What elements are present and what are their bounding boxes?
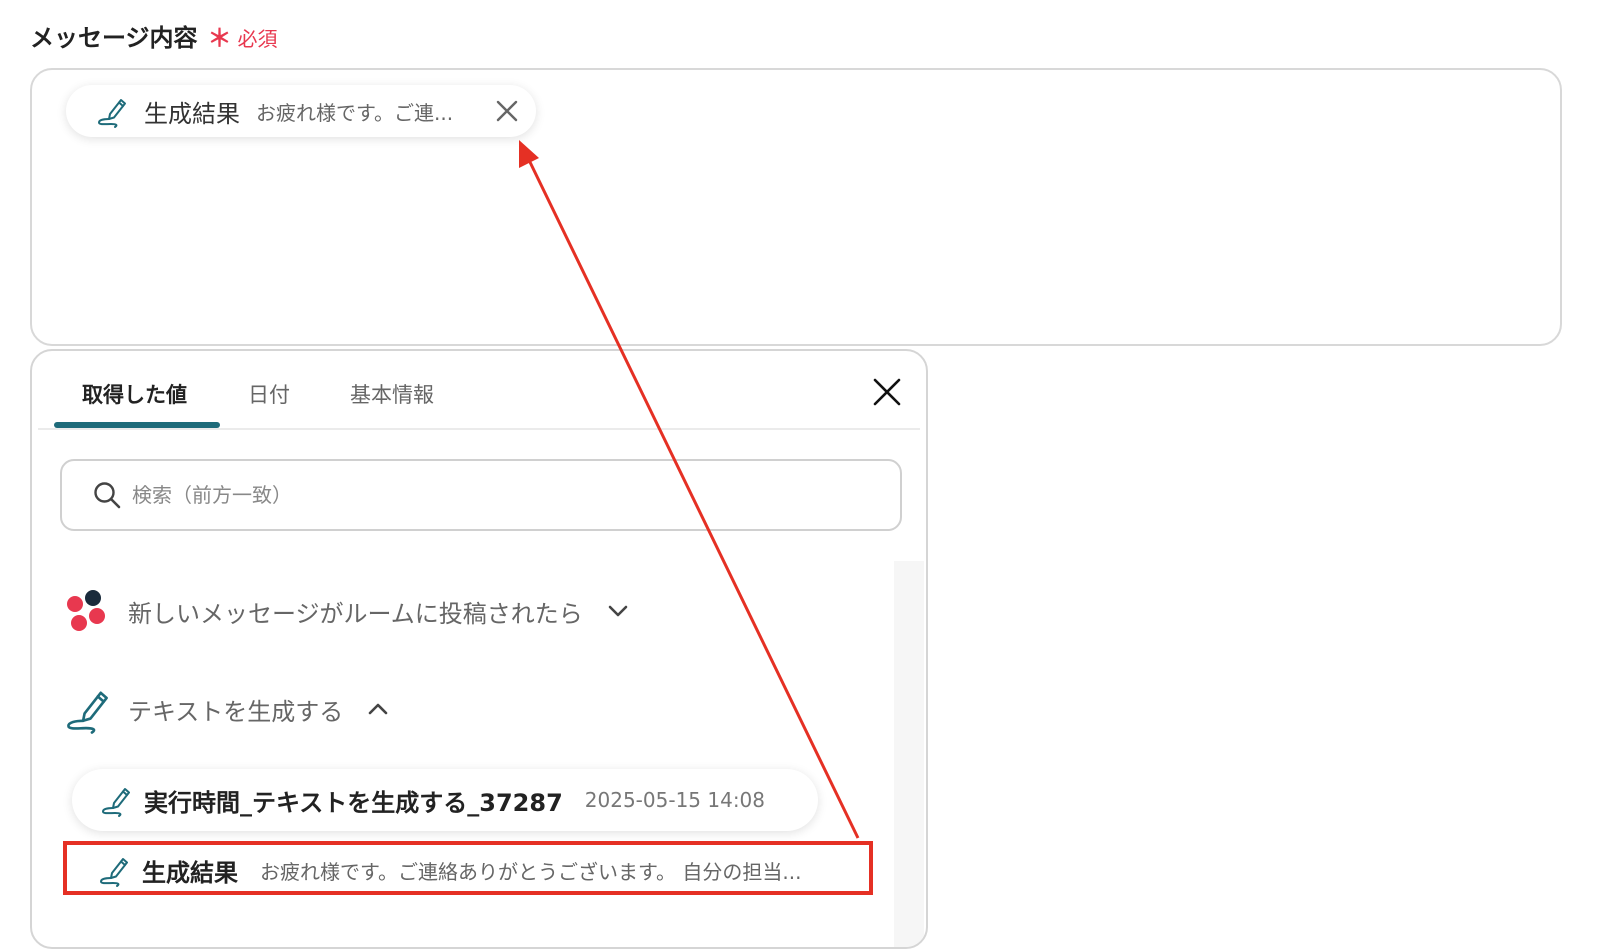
section-label: 新しいメッセージがルームに投稿されたら: [128, 599, 583, 628]
item-date: 2025-05-15 14:08: [584, 788, 766, 812]
section-label: テキストを生成する: [128, 697, 344, 726]
required-mark: ＊: [207, 24, 232, 52]
tab-basic-info[interactable]: 基本情報: [350, 379, 434, 409]
item-title: 生成結果: [142, 858, 238, 887]
required-text: 必須: [237, 27, 278, 51]
tab-date[interactable]: 日付: [248, 379, 290, 409]
section-generate-text[interactable]: テキストを生成する: [64, 683, 389, 735]
pen-icon: [67, 691, 108, 734]
item-title: 実行時間_テキストを生成する_37287: [144, 788, 563, 817]
app-logo-icon: [67, 590, 105, 631]
search-icon: [94, 482, 121, 509]
chevron-down-icon: [608, 605, 628, 617]
search-input[interactable]: [130, 482, 834, 508]
field-label-text: メッセージ内容: [30, 24, 198, 52]
value-item-generated-result[interactable]: 生成結果 お疲れ様です。ご連絡ありがとうございます。 自分の担当...: [66, 843, 876, 897]
pen-icon: [100, 858, 128, 887]
item-preview: お疲れ様です。ご連絡ありがとうございます。 自分の担当...: [260, 859, 802, 884]
close-icon[interactable]: [494, 98, 520, 124]
scrollbar-track[interactable]: [894, 561, 924, 947]
pen-icon: [98, 99, 126, 128]
chevron-up-icon: [368, 703, 388, 715]
selected-value-chip[interactable]: 生成結果 お疲れ様です。ご連...: [66, 85, 536, 137]
pen-icon: [102, 788, 130, 817]
field-label: メッセージ内容 ＊ 必須: [30, 18, 278, 53]
close-popup-icon[interactable]: [872, 377, 902, 407]
tabs-divider: [38, 428, 920, 430]
search-field[interactable]: [60, 459, 902, 531]
chip-title: 生成結果: [144, 99, 240, 128]
value-picker-popup: 取得した値 日付 基本情報 新しいメッセージがルームに投稿されたら: [30, 349, 928, 949]
value-item-execution-time[interactable]: 実行時間_テキストを生成する_37287 2025-05-15 14:08: [72, 769, 818, 831]
chip-preview: お疲れ様です。ご連...: [256, 100, 454, 125]
section-message-trigger[interactable]: 新しいメッセージがルームに投稿されたら: [64, 589, 629, 633]
tab-bar: 取得した値 日付 基本情報: [32, 351, 926, 431]
tab-acquired-values[interactable]: 取得した値: [82, 379, 187, 409]
